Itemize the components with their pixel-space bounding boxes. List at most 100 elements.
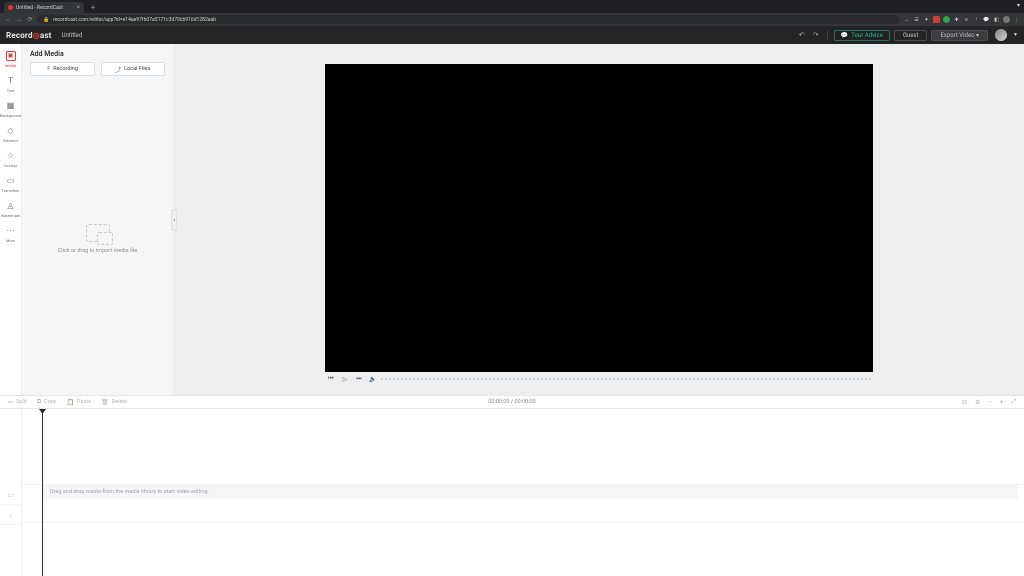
sidebar-item-more[interactable]: ⋯ More	[0, 223, 21, 246]
local-files-button[interactable]: ⤴ Local Files	[101, 62, 166, 76]
paste-icon: 📋	[67, 399, 74, 406]
upload-icon: ⤴	[115, 65, 121, 74]
forward-icon[interactable]: →	[15, 16, 23, 23]
watermark-icon: ◬	[6, 201, 16, 211]
close-icon[interactable]: ×	[77, 4, 80, 11]
sidebar-item-transition[interactable]: ▭ Transition	[0, 173, 21, 196]
panel-collapse-handle[interactable]: ◂	[171, 209, 177, 231]
track-lane-empty[interactable]	[22, 409, 1024, 485]
track-lane-audio[interactable]	[22, 503, 1024, 523]
new-tab-button[interactable]: +	[88, 3, 98, 13]
address-bar[interactable]: 🔒 recordcast.com/editor/app?id=e14ae97fb…	[37, 15, 900, 24]
tab-favicon	[8, 5, 13, 10]
sidebar-item-label: Transition	[2, 188, 20, 193]
sidebar-item-label: More	[6, 238, 15, 243]
browser-tab-strip: Untitled - RecordCast × + ▾	[0, 0, 1024, 13]
ext-icon[interactable]	[933, 16, 940, 23]
paste-tool[interactable]: 📋Paste	[67, 399, 91, 406]
expand-icon[interactable]: ⤢	[1011, 398, 1016, 406]
timeline-hint: Drag and drop media from the media libra…	[42, 485, 1018, 499]
divider	[827, 30, 828, 40]
media-dropzone[interactable]: Click or drag to import media file	[22, 82, 173, 395]
browser-tab[interactable]: Untitled - RecordCast ×	[4, 2, 84, 13]
timeline: ▭ ♪ Drag and drop media from the media l…	[0, 409, 1024, 576]
comment-icon: 💬	[841, 32, 848, 39]
redo-icon[interactable]: ↷	[811, 31, 821, 39]
sidebar-item-label: Text	[7, 88, 15, 93]
next-frame-icon[interactable]: ⏭	[355, 375, 363, 383]
delete-tool[interactable]: 🗑Delete	[101, 399, 127, 406]
export-button[interactable]: Export Video ▾	[931, 30, 988, 41]
copy-tool[interactable]: ⧉Copy	[37, 398, 57, 406]
ext-icon[interactable]: ✚	[953, 16, 960, 23]
app-header: Record◎ast Untitled ↶ ↷ 💬 Tour Advice Gu…	[0, 26, 1024, 44]
element-icon: ◇	[6, 126, 16, 136]
recording-button[interactable]: ⌾ Recording	[30, 62, 95, 76]
ext-icon[interactable]: ≡	[963, 16, 970, 23]
kebab-icon[interactable]: ⋮	[1013, 16, 1020, 23]
ext-icon[interactable]	[943, 16, 950, 23]
zoom-in-icon[interactable]: +	[1000, 399, 1003, 406]
sidebar-item-label: Watermark	[1, 213, 21, 218]
app-logo[interactable]: Record◎ast	[6, 31, 52, 40]
tour-advice-button[interactable]: 💬 Tour Advice	[834, 30, 890, 41]
more-icon: ⋯	[6, 226, 16, 236]
ext-icon[interactable]: ◧	[993, 16, 1000, 23]
sidebar-item-background[interactable]: ▦ Background	[0, 98, 21, 121]
sidebar-item-media[interactable]: ▣ Media	[0, 48, 21, 71]
split-tool[interactable]: ✂Split	[8, 399, 27, 406]
fit-icon[interactable]: ⊟	[962, 399, 967, 406]
project-title[interactable]: Untitled	[62, 32, 83, 39]
user-avatar[interactable]	[995, 29, 1007, 41]
video-track-head-icon[interactable]: ▭	[0, 485, 21, 505]
play-icon[interactable]: ▷	[341, 376, 349, 383]
extension-icons: ↔ ☰ ✦ ✚ ≡ ¹ 💬 ◧ ⋮	[903, 16, 1020, 23]
back-icon[interactable]: ←	[4, 16, 12, 23]
chevron-down-icon[interactable]: ▼	[1013, 32, 1018, 38]
overlay-icon: ☆	[6, 151, 16, 161]
prev-frame-icon[interactable]: ⏮	[327, 375, 335, 383]
video-canvas[interactable]	[325, 64, 873, 372]
sidebar-item-label: Media	[5, 63, 16, 68]
sidebar-item-overlay[interactable]: ☆ Overlay	[0, 148, 21, 171]
sidebar-item-text[interactable]: T Text	[0, 73, 21, 96]
ext-icon[interactable]: ☰	[913, 16, 920, 23]
track-header-column: ▭ ♪	[0, 409, 22, 576]
sidebar-item-label: Overlay	[4, 163, 17, 168]
window-minimize-icon[interactable]: ▾	[1017, 2, 1020, 9]
panel-title: Add Media	[22, 44, 173, 62]
dropzone-text: Click or drag to import media file	[58, 248, 138, 254]
sidebar-item-element[interactable]: ◇ Element	[0, 123, 21, 146]
gear-icon[interactable]: ⚙	[975, 399, 980, 406]
target-icon: ⌾	[47, 65, 51, 73]
scrubber[interactable]	[381, 378, 871, 380]
background-icon: ▦	[6, 101, 16, 111]
guest-button[interactable]: Guest	[894, 30, 928, 41]
logo-target-icon: ◎	[33, 31, 40, 40]
profile-avatar-icon[interactable]	[1003, 16, 1010, 23]
media-panel: Add Media ⌾ Recording ⤴ Local Files Clic…	[22, 44, 174, 395]
browser-toolbar: ← → ⟳ 🔒 recordcast.com/editor/app?id=e14…	[0, 13, 1024, 26]
preview-area: ⏮ ▷ ⏭ 🔈	[174, 44, 1024, 395]
ext-icon[interactable]: ↔	[903, 16, 910, 23]
reload-icon[interactable]: ⟳	[26, 16, 34, 23]
transport-bar: ⏮ ▷ ⏭ 🔈	[325, 372, 873, 386]
audio-track-head-icon[interactable]: ♪	[0, 505, 21, 525]
timeline-toolbar: ✂Split ⧉Copy 📋Paste 🗑Delete 00:00:00 / 0…	[0, 395, 1024, 409]
text-icon: T	[6, 76, 16, 86]
zoom-out-icon[interactable]: −	[988, 399, 991, 406]
media-icon: ▣	[6, 51, 16, 61]
sidebar-item-watermark[interactable]: ◬ Watermark	[0, 198, 21, 221]
ext-icon[interactable]: ✦	[923, 16, 930, 23]
volume-icon[interactable]: 🔈	[369, 376, 375, 383]
playhead[interactable]	[42, 409, 43, 576]
ext-icon[interactable]: ¹	[973, 16, 980, 23]
scissors-icon: ✂	[8, 399, 13, 406]
tab-title: Untitled - RecordCast	[16, 5, 74, 11]
url-text: recordcast.com/editor/app?id=e14ae97fb07…	[53, 17, 216, 23]
sidebar-item-label: Element	[3, 138, 18, 143]
tracks-area[interactable]: Drag and drop media from the media libra…	[22, 409, 1024, 576]
undo-icon[interactable]: ↶	[797, 31, 807, 39]
ext-icon[interactable]: 💬	[983, 16, 990, 23]
trash-icon: 🗑	[101, 399, 109, 406]
